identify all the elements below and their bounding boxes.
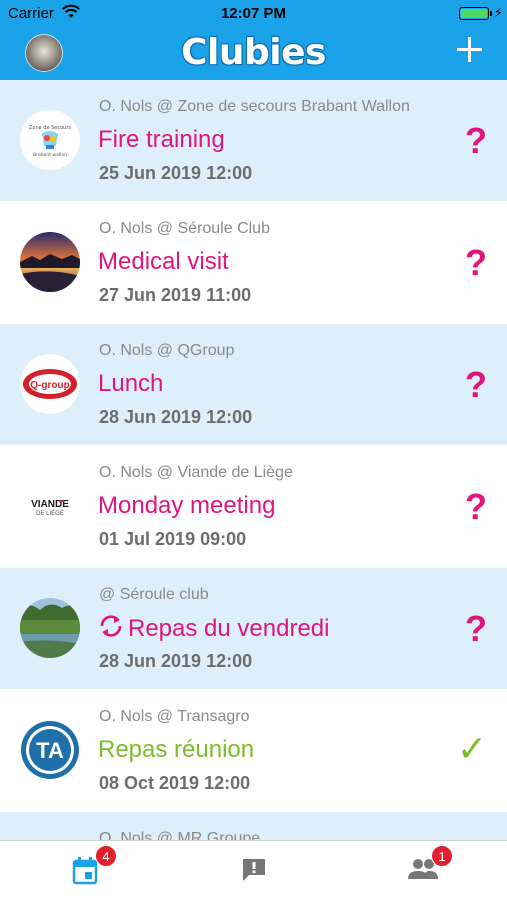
forest-river-photo (20, 598, 80, 658)
alert-message-icon (242, 859, 265, 881)
rsvp-unknown-icon[interactable]: ? (465, 364, 487, 406)
viande-de-liege-logo: VIANDE DE LIÈGE (20, 476, 80, 536)
rsvp-unknown-icon[interactable]: ? (465, 486, 487, 528)
event-organizer: O. Nols @ Séroule Club (99, 220, 270, 237)
tab-members[interactable]: 1 (338, 841, 507, 900)
tab-alerts[interactable] (169, 841, 338, 900)
event-row[interactable]: VIANDE DE LIÈGE O. Nols @ Viande de Lièg… (0, 446, 507, 568)
event-date: 27 Jun 2019 11:00 (99, 285, 252, 305)
svg-text:Brabant wallon: Brabant wallon (33, 152, 67, 158)
rsvp-unknown-icon[interactable]: ? (465, 120, 487, 162)
calendar-badge: 4 (95, 845, 117, 867)
event-title: Repas réunion (98, 736, 255, 763)
event-list[interactable]: Zone de Secours Brabant wallon O. Nols @… (0, 80, 507, 840)
transagro-logo: TA (20, 720, 80, 780)
zone-de-secours-logo: Zone de Secours Brabant wallon (20, 110, 80, 170)
event-row[interactable]: Q-group O. Nols @ QGroup Lunch 28 Jun 20… (0, 324, 507, 446)
event-row[interactable]: Zone de Secours Brabant wallon O. Nols @… (0, 80, 507, 202)
app-logo: Clubies (181, 32, 326, 73)
tab-calendar[interactable]: 4 (0, 841, 169, 900)
tab-bar: 4 1 (0, 840, 507, 900)
q-group-logo: Q-group (20, 354, 80, 414)
event-title-text: Repas du vendredi (128, 615, 330, 642)
event-organizer: @ Séroule club (99, 586, 209, 603)
svg-text:TA: TA (36, 738, 64, 763)
event-organizer: O. Nols @ Viande de Liège (99, 464, 293, 481)
navigation-bar: Clubies (0, 28, 507, 80)
calendar-icon (72, 857, 97, 885)
event-organizer: O. Nols @ Zone de secours Brabant Wallon (99, 98, 410, 115)
rsvp-unknown-icon[interactable]: ? (465, 608, 487, 650)
event-date: 28 Jun 2019 12:00 (99, 651, 253, 671)
svg-text:Zone de Secours: Zone de Secours (29, 125, 71, 131)
event-row[interactable]: @ Séroule club Repas du vendredi 28 Jun … (0, 568, 507, 690)
charging-icon: ⚡ (493, 5, 503, 20)
status-bar: Carrier 12:07 PM ⚡ (0, 0, 507, 28)
event-row[interactable]: TA O. Nols @ Transagro Repas réunion 08 … (0, 690, 507, 812)
clock: 12:07 PM (220, 5, 287, 22)
event-date: 28 Jun 2019 12:00 (99, 407, 253, 427)
add-event-button[interactable] (455, 35, 485, 65)
rsvp-unknown-icon[interactable]: ? (465, 242, 487, 284)
event-row[interactable]: O. Nols @ Séroule Club Medical visit 27 … (0, 202, 507, 324)
svg-text:Q-group: Q-group (30, 380, 69, 391)
battery-icon (459, 7, 489, 20)
event-organizer: O. Nols @ QGroup (99, 342, 235, 359)
event-date: 25 Jun 2019 12:00 (99, 163, 253, 183)
svg-text:DE LIÈGE: DE LIÈGE (36, 510, 64, 517)
event-title: Monday meeting (98, 492, 276, 519)
event-organizer: O. Nols @ Transagro (99, 708, 250, 725)
event-row[interactable]: O. Nols @ MR Groupe (0, 812, 507, 840)
event-title: Medical visit (98, 248, 229, 275)
event-title: Repas du vendredi (98, 614, 329, 643)
event-date: 08 Oct 2019 12:00 (99, 773, 251, 793)
members-badge: 1 (431, 845, 453, 867)
event-date: 01 Jul 2019 09:00 (99, 529, 247, 549)
rsvp-accepted-icon[interactable]: ✓ (457, 728, 487, 770)
event-organizer: O. Nols @ MR Groupe (99, 830, 261, 840)
event-title: Lunch (98, 370, 164, 397)
event-title: Fire training (98, 126, 225, 153)
recurring-icon (100, 615, 122, 637)
sunset-lake-photo (20, 232, 80, 292)
